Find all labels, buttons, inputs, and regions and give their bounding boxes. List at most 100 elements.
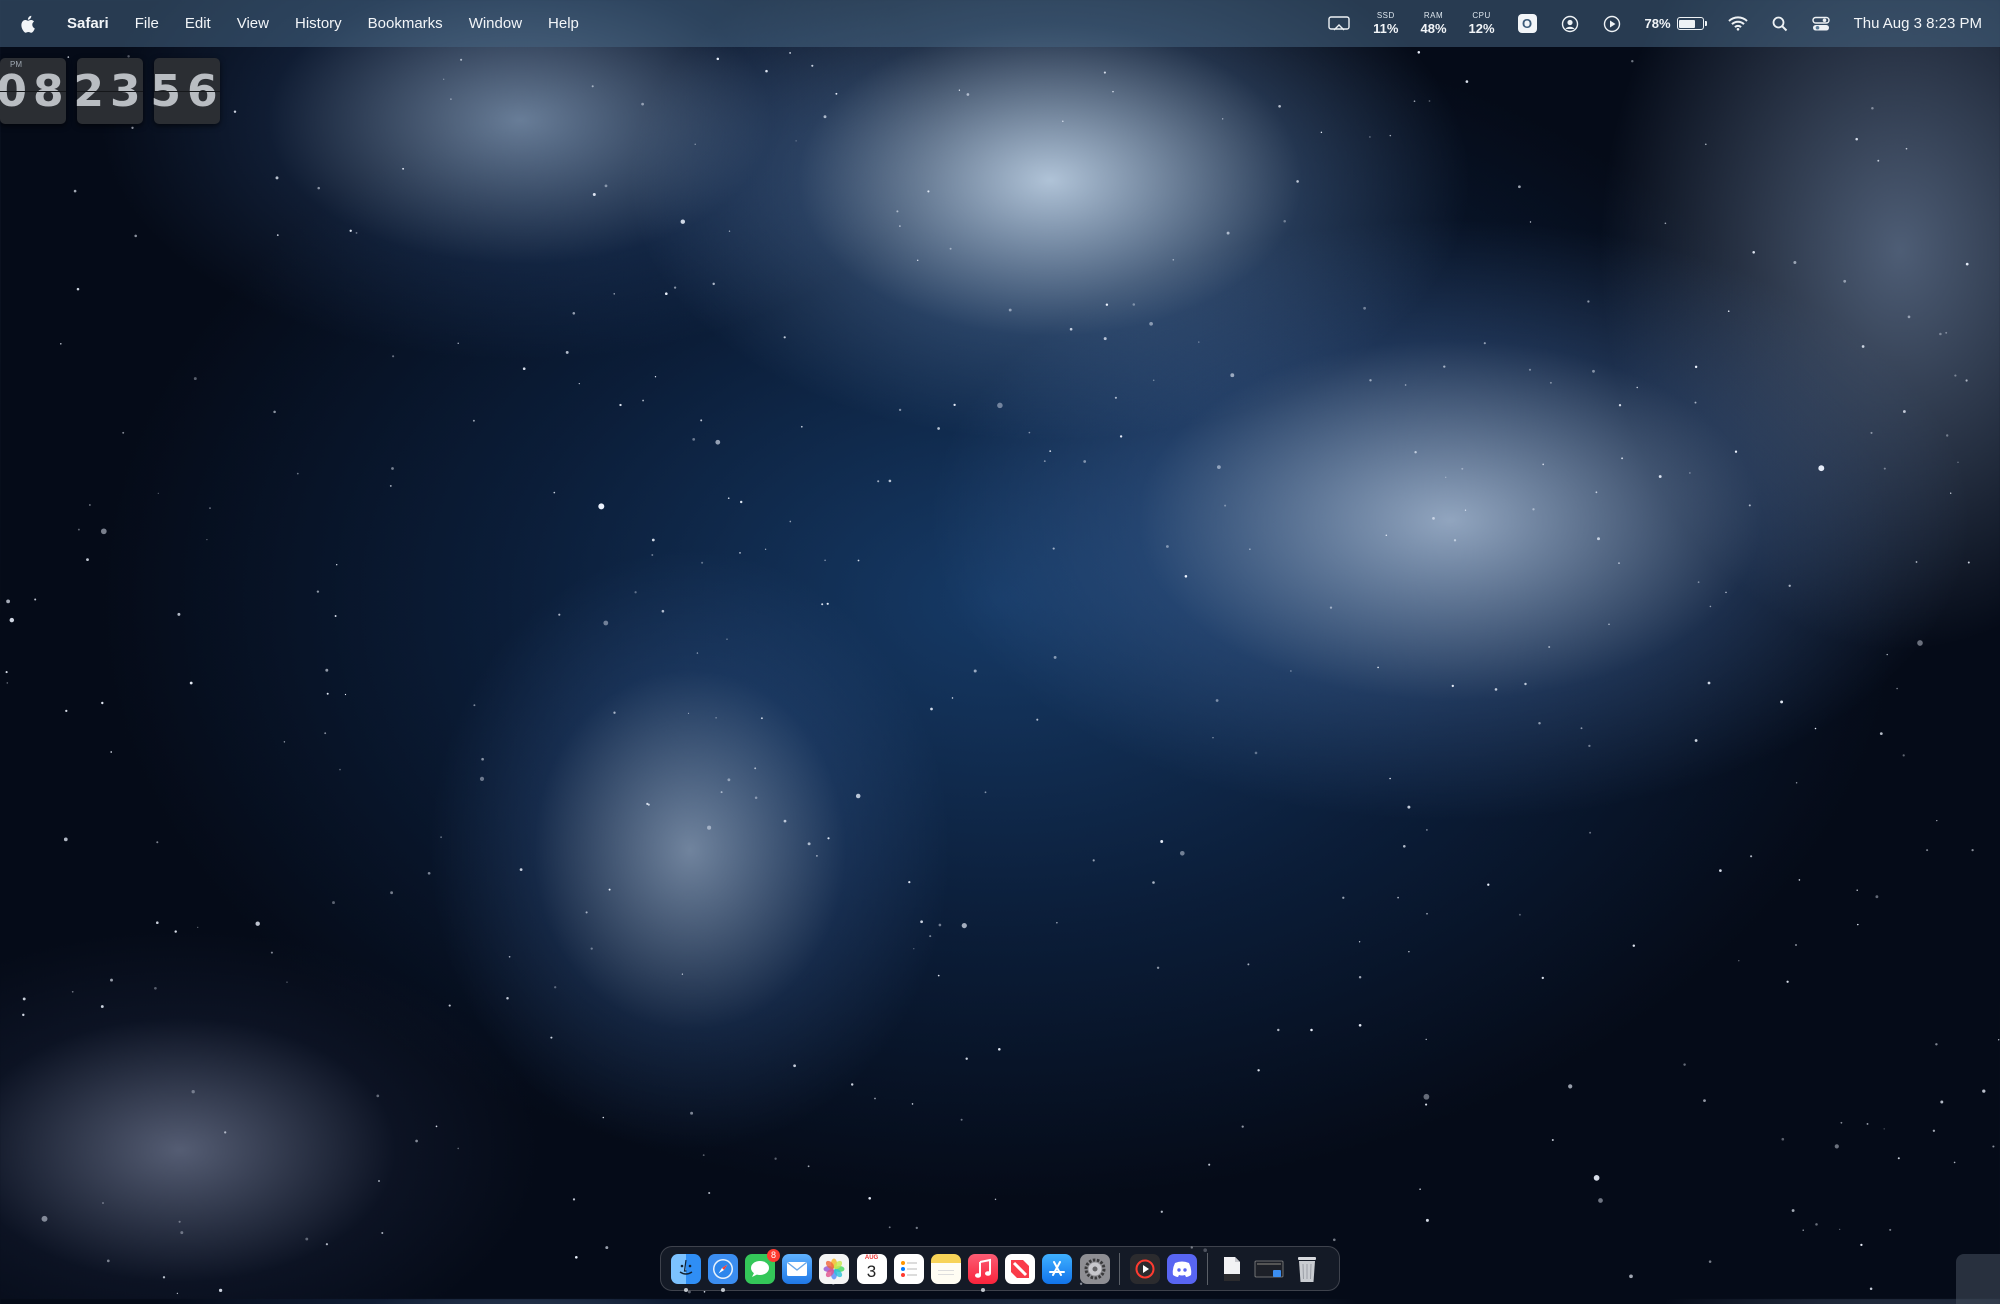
display-mirror-icon[interactable] — [1328, 15, 1350, 32]
star — [1971, 848, 1974, 852]
star — [574, 1255, 578, 1259]
menu-bookmarks[interactable]: Bookmarks — [355, 0, 456, 47]
star — [1658, 475, 1662, 478]
star — [1587, 300, 1590, 303]
star — [1160, 1210, 1163, 1213]
calendar-icon[interactable]: AUG 3 — [856, 1253, 887, 1284]
star — [86, 558, 89, 562]
star — [816, 855, 818, 857]
cpu-usage[interactable]: CPU 12% — [1469, 12, 1495, 36]
app-store-icon[interactable] — [1042, 1253, 1073, 1284]
star — [1802, 1229, 1804, 1231]
star — [888, 1226, 891, 1229]
star — [1198, 341, 1200, 343]
star — [578, 383, 580, 385]
star — [783, 336, 786, 339]
star — [1008, 308, 1012, 312]
photos-icon[interactable] — [819, 1253, 850, 1284]
star — [857, 559, 860, 562]
star — [22, 997, 26, 1001]
finder-icon[interactable] — [670, 1253, 701, 1292]
star — [1423, 1093, 1430, 1100]
star — [696, 652, 699, 654]
menu-edit[interactable]: Edit — [172, 0, 224, 47]
star — [1608, 623, 1610, 626]
star — [389, 484, 392, 487]
screenshot-thumbnail-icon[interactable] — [1254, 1254, 1284, 1284]
star — [898, 408, 902, 412]
star — [1320, 131, 1323, 134]
star — [332, 901, 335, 905]
star — [1083, 460, 1087, 463]
notes-icon[interactable] — [930, 1253, 961, 1284]
star — [1598, 1198, 1603, 1203]
star — [1132, 303, 1136, 306]
menubar-clock[interactable]: Thu Aug 3 8:23 PM — [1854, 15, 1982, 32]
star — [1217, 465, 1221, 469]
star — [1524, 682, 1527, 686]
settings-gear-icon[interactable] — [1079, 1253, 1110, 1284]
star — [1407, 805, 1411, 809]
star — [1103, 337, 1107, 341]
spotlight-search-icon[interactable] — [1772, 16, 1788, 32]
star — [1902, 410, 1906, 413]
star — [1428, 100, 1431, 102]
ram-usage[interactable]: RAM 48% — [1420, 11, 1446, 36]
star — [377, 1179, 381, 1183]
star — [754, 767, 757, 770]
star — [156, 921, 159, 924]
star — [647, 803, 650, 806]
star — [1905, 147, 1908, 150]
menu-help[interactable]: Help — [535, 0, 592, 47]
discord-icon[interactable] — [1167, 1253, 1198, 1284]
o-app-icon[interactable]: O — [1517, 14, 1537, 33]
now-playing-icon[interactable] — [1603, 15, 1621, 33]
star — [1092, 859, 1095, 862]
star — [176, 1292, 179, 1295]
star — [1226, 231, 1230, 235]
star — [1425, 1038, 1427, 1041]
messages-icon[interactable]: 8 — [744, 1248, 780, 1284]
star — [390, 891, 394, 895]
safari-icon[interactable] — [707, 1253, 738, 1292]
menu-window[interactable]: Window — [456, 0, 535, 47]
star — [1487, 883, 1490, 886]
star — [908, 881, 911, 884]
star — [1332, 1238, 1336, 1242]
star — [692, 438, 696, 441]
record-play-icon[interactable] — [1129, 1253, 1160, 1284]
reminders-icon[interactable] — [893, 1253, 924, 1284]
star — [1694, 739, 1698, 742]
document-icon[interactable] — [1217, 1254, 1247, 1284]
star — [807, 1165, 810, 1168]
control-center-icon[interactable] — [1811, 16, 1830, 32]
menu-history[interactable]: History — [282, 0, 355, 47]
ssd-usage[interactable]: SSD 11% — [1373, 12, 1398, 36]
mail-icon[interactable] — [782, 1253, 813, 1284]
battery-status[interactable]: 78% — [1645, 16, 1707, 31]
star — [1119, 435, 1123, 438]
star — [180, 1231, 184, 1235]
apple-logo-icon[interactable] — [0, 0, 54, 47]
menu-file[interactable]: File — [122, 0, 172, 47]
star — [1877, 159, 1880, 162]
star — [1786, 980, 1789, 983]
star — [1889, 1228, 1892, 1231]
menu-app-name[interactable]: Safari — [54, 0, 122, 47]
desktop-corner-widget[interactable] — [1956, 1254, 2000, 1304]
star — [739, 552, 741, 554]
music-icon[interactable] — [968, 1253, 999, 1292]
star — [325, 668, 329, 672]
star — [1915, 561, 1918, 563]
ram-label: RAM — [1423, 11, 1444, 20]
star — [209, 507, 211, 509]
star — [1629, 1274, 1633, 1279]
menu-view[interactable]: View — [224, 0, 282, 47]
trash-icon[interactable] — [1292, 1254, 1322, 1284]
user-account-icon[interactable] — [1561, 15, 1579, 33]
star — [1224, 504, 1227, 507]
star — [572, 1198, 576, 1201]
star — [1860, 1243, 1863, 1247]
news-icon[interactable] — [1005, 1253, 1036, 1284]
wifi-icon[interactable] — [1727, 16, 1748, 31]
